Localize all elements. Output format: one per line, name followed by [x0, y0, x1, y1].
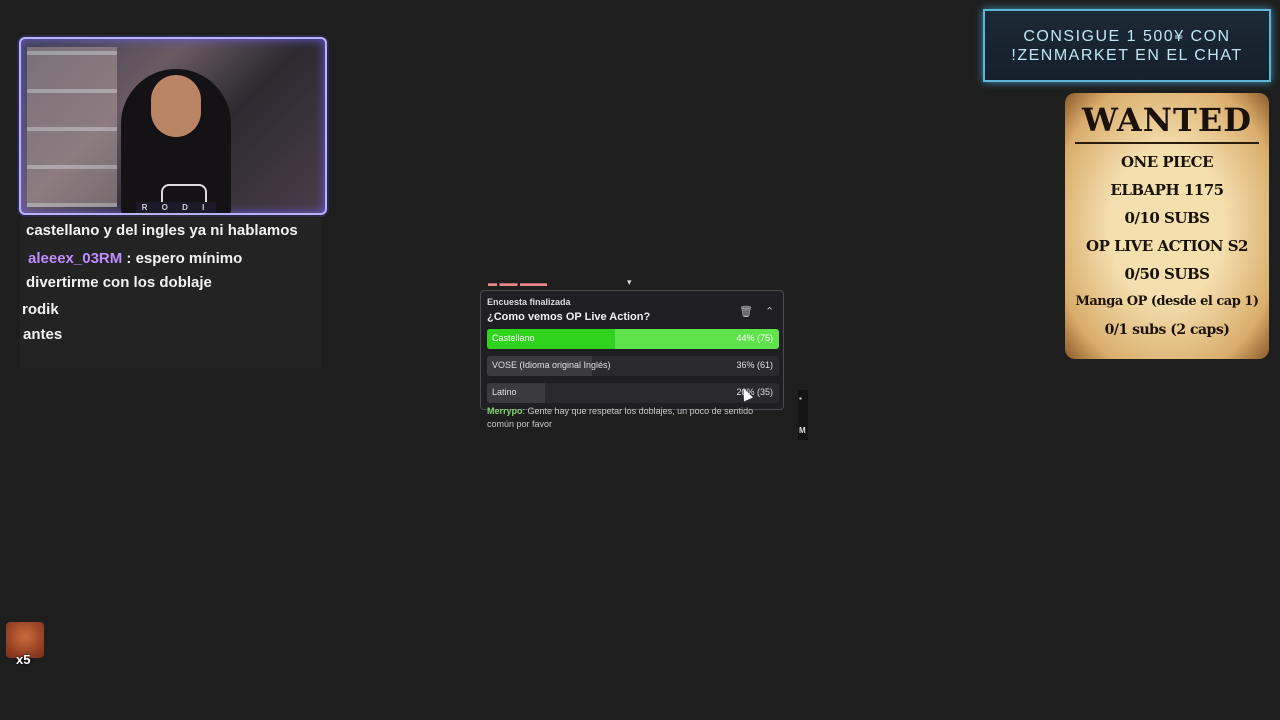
goal-line: ONE PIECE — [1120, 153, 1214, 171]
chat-message: rodik — [22, 301, 59, 318]
trash-icon[interactable]: 🗑 — [739, 305, 753, 318]
goal-line: 0/1 subs (2 caps) — [1104, 322, 1230, 338]
poll-option-result: 44% (75) — [736, 333, 773, 343]
side-icon: ▪ — [799, 394, 802, 403]
poll-option: Latino 20% (35) — [487, 383, 779, 403]
chevron-down-icon[interactable]: ▾ — [627, 277, 632, 288]
chat-fragment: Merrypo: Gente hay que respetar los dobl… — [487, 406, 753, 416]
emote-count: x5 — [16, 652, 31, 667]
poll-option: VOSE (Idioma original Inglés) 36% (61) — [487, 356, 779, 376]
poll-option-label: Castellano — [492, 333, 535, 343]
chat-username[interactable]: aleeex_03RM — [28, 250, 122, 267]
poll-option-label: Latino — [492, 387, 517, 397]
chat-fragment: ▬ ▬▬ ▬▬▬ — [488, 278, 548, 288]
chat-message: divertirme con los doblaje — [26, 274, 212, 291]
goal-line: Manga OP (desde el cap 1) — [1075, 294, 1259, 309]
goal-line: 0/10 SUBS — [1124, 209, 1210, 227]
chat-overlay: castellano y del ingles ya ni hablamos a… — [20, 218, 322, 368]
chat-message: aleeex_03RM : espero mínimo — [28, 250, 242, 267]
chat-message: antes — [23, 326, 63, 343]
goal-line: ELBAPH 1175 — [1110, 181, 1224, 199]
chat-message-text: : Gente hay que respetar los doblajes, u… — [522, 406, 754, 416]
divider — [1075, 142, 1259, 144]
promo-banner: CONSIGUE 1 500¥ CON !ZENMARKET EN EL CHA… — [983, 9, 1271, 82]
webcam-frame: R O D I K — [19, 37, 327, 215]
poll-option: Castellano 44% (75) — [487, 329, 779, 349]
poll-screenshot: ▬ ▬▬ ▬▬▬ ▾ Encuesta finalizada ¿Como vem… — [478, 277, 810, 440]
webcam-brand-label: R O D I K — [136, 202, 216, 213]
poll-option-label: VOSE (Idioma original Inglés) — [492, 360, 611, 370]
background-shelf — [27, 47, 117, 207]
side-letter: M — [799, 426, 806, 435]
poll-card: Encuesta finalizada ¿Como vemos OP Live … — [480, 290, 784, 410]
chevron-up-icon[interactable]: ⌃ — [765, 305, 774, 318]
chat-message: castellano y del ingles ya ni hablamos — [26, 222, 298, 239]
side-panel-edge: ▪ M — [798, 390, 808, 440]
chat-username: Merrypo — [487, 406, 523, 416]
promo-line: CONSIGUE 1 500¥ CON — [1023, 28, 1231, 45]
wanted-poster: WANTED ONE PIECE ELBAPH 1175 0/10 SUBS O… — [1065, 93, 1269, 359]
promo-line: !ZENMARKET EN EL CHAT — [1011, 47, 1243, 64]
wanted-title: WANTED — [1082, 101, 1252, 139]
emote-alert: x5 — [6, 622, 44, 668]
chat-message-text: : espero mínimo — [122, 250, 243, 267]
poll-question: ¿Como vemos OP Live Action? — [487, 311, 651, 323]
streamer-face — [151, 75, 201, 137]
goal-line: 0/50 SUBS — [1124, 265, 1210, 283]
chat-fragment: común por favor — [487, 419, 553, 429]
goal-line: OP LIVE ACTION S2 — [1086, 237, 1248, 255]
poll-status: Encuesta finalizada — [487, 297, 571, 307]
poll-option-result: 36% (61) — [736, 360, 773, 370]
